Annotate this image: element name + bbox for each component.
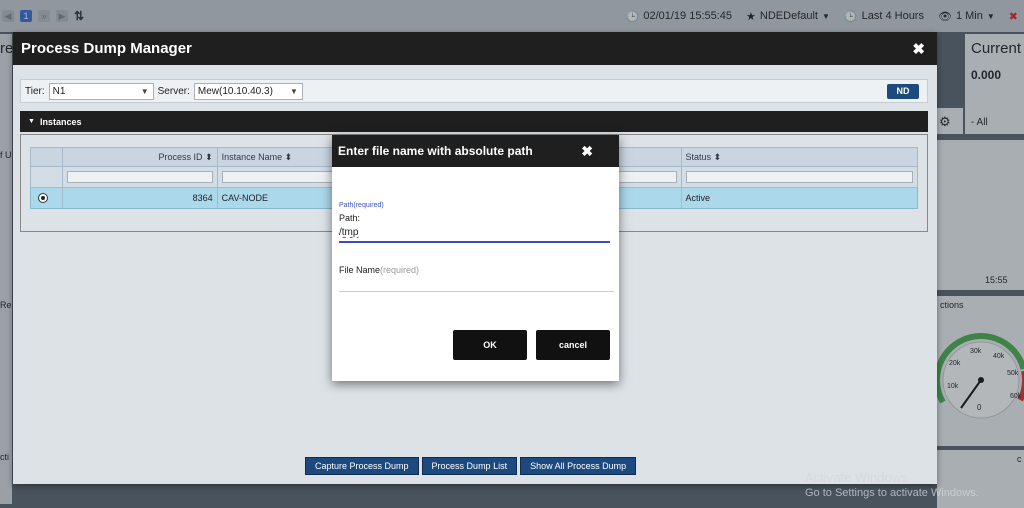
- chevron-down-icon: ▼: [289, 86, 298, 96]
- file-dialog-title: Enter file name with absolute path: [338, 144, 533, 158]
- filter-row: Tier: N1 ▼ Server: Mew(10.10.40.3) ▼ ND: [20, 79, 928, 103]
- server-label: Server:: [157, 85, 190, 97]
- dialog-title: Process Dump Manager: [21, 40, 192, 57]
- tier-value: N1: [52, 85, 66, 97]
- ok-button[interactable]: OK: [453, 330, 527, 360]
- tier-label: Tier:: [25, 85, 45, 97]
- dialog-header: Process Dump Manager ✖: [13, 32, 937, 65]
- show-all-process-dump-button[interactable]: Show All Process Dump: [520, 457, 637, 475]
- server-select[interactable]: Mew(10.10.40.3) ▼: [193, 82, 303, 100]
- filter-cell: [682, 167, 917, 187]
- sort-icon: ⬍: [713, 151, 722, 162]
- filter-cell: [31, 167, 63, 187]
- column-header-status[interactable]: Status ⬍: [682, 148, 917, 166]
- path-required-label: Path(required): [339, 202, 384, 209]
- sort-icon: ⬍: [205, 151, 213, 162]
- capture-process-dump-button[interactable]: Capture Process Dump: [305, 457, 419, 475]
- status-cell: Active: [685, 193, 711, 203]
- status-filter-input[interactable]: [685, 171, 914, 183]
- close-icon[interactable]: ✖: [581, 143, 593, 160]
- watermark-line-1: Activate Windows: [805, 470, 908, 485]
- tier-select[interactable]: N1 ▼: [48, 82, 154, 100]
- process-id-cell: 8364: [63, 188, 218, 208]
- filename-label: File Name(required): [339, 265, 419, 275]
- filename-required-text: (required): [380, 265, 420, 275]
- column-label: Process ID: [158, 152, 203, 162]
- file-dialog-header: Enter file name with absolute path ✖: [332, 135, 619, 167]
- close-icon[interactable]: ✖: [912, 40, 925, 58]
- column-label: Status: [685, 152, 712, 162]
- path-label: Path:: [339, 213, 361, 223]
- cancel-button[interactable]: cancel: [536, 330, 610, 360]
- row-select-cell: [31, 188, 63, 208]
- row-radio[interactable]: [38, 193, 48, 203]
- path-input[interactable]: [339, 224, 610, 243]
- server-value: Mew(10.10.40.3): [197, 85, 273, 97]
- activation-watermark: Activate Windows Go to Settings to activ…: [805, 470, 979, 499]
- sort-icon: ⬍: [284, 151, 293, 162]
- caret-down-icon: ▼: [28, 118, 35, 125]
- instances-label: Instances: [39, 116, 82, 127]
- instances-bar[interactable]: ▼ Instances: [20, 111, 928, 132]
- nd-button[interactable]: ND: [887, 84, 919, 99]
- action-buttons: Capture Process Dump Process Dump List S…: [305, 457, 637, 475]
- filename-label-text: File Name: [339, 265, 381, 275]
- watermark-line-2: Go to Settings to activate Windows.: [805, 487, 979, 499]
- process-id-filter-input[interactable]: [66, 171, 213, 183]
- column-header-process-id[interactable]: Process ID ⬍: [63, 148, 218, 166]
- column-label: Instance Name: [221, 152, 283, 162]
- process-dump-list-button[interactable]: Process Dump List: [421, 457, 518, 475]
- chevron-down-icon: ▼: [140, 86, 149, 96]
- file-path-dialog: Enter file name with absolute path ✖ Pat…: [332, 135, 619, 381]
- select-column-header: [31, 148, 63, 166]
- filter-cell: [63, 167, 218, 187]
- filename-input[interactable]: [339, 275, 614, 292]
